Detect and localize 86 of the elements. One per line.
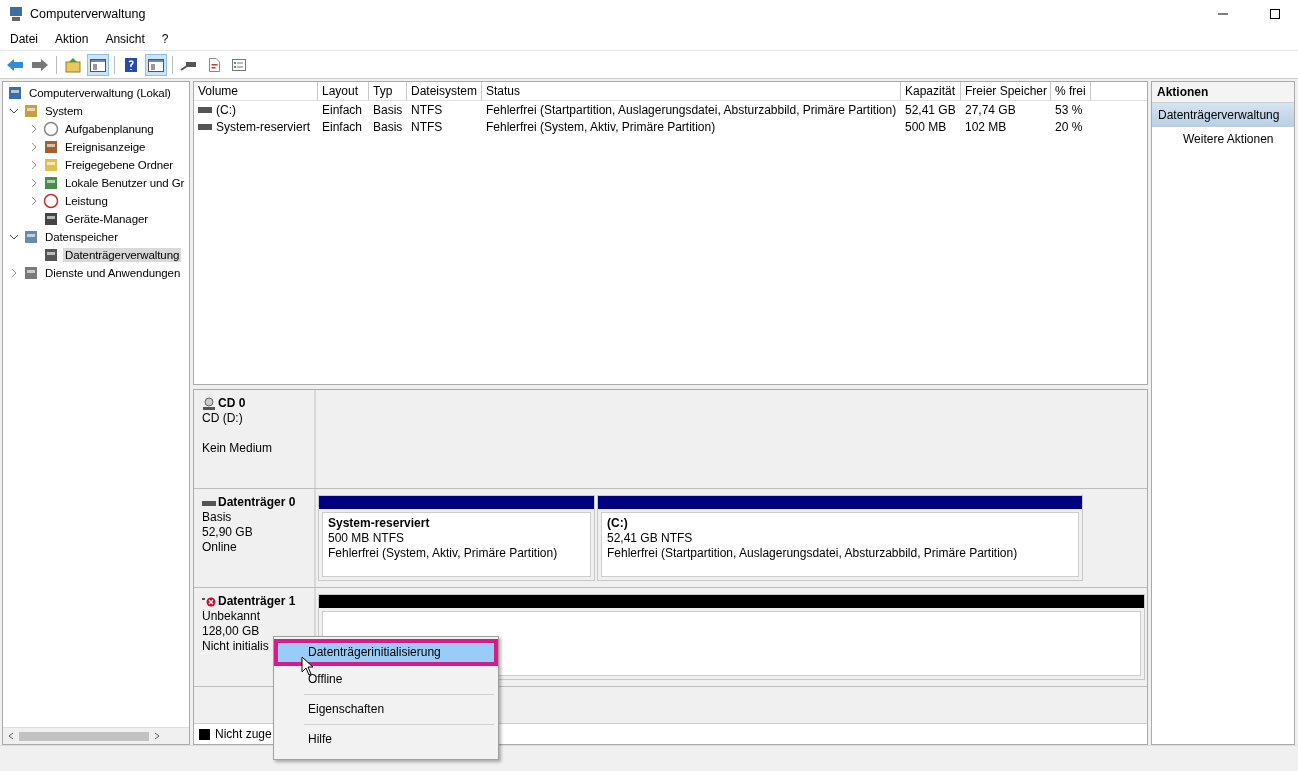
column-header[interactable]: % frei: [1051, 82, 1091, 100]
table-cell: Fehlerfrei (Startpartition, Auslagerungsdatei, Absturzabbild, Primäre Partition): [486, 102, 897, 117]
collapse-chevron-icon[interactable]: [9, 106, 19, 116]
actions-header: Aktionen: [1152, 82, 1294, 103]
table-cell: Fehlerfrei (System, Aktiv, Primäre Partition): [486, 119, 716, 134]
tree-item[interactable]: Leistung: [63, 194, 110, 208]
column-header[interactable]: Volume: [194, 82, 318, 100]
column-header[interactable]: Dateisystem: [407, 82, 482, 100]
tree-item[interactable]: Aufgabenplanung: [63, 122, 156, 136]
disk-name: Datenträger 0: [218, 495, 296, 510]
action-link[interactable]: Weitere Aktionen: [1152, 127, 1294, 151]
horizontal-scrollbar[interactable]: [3, 727, 189, 744]
disk-info: 128,00 GB: [202, 624, 261, 639]
expand-chevron-icon[interactable]: [29, 124, 39, 134]
column-header[interactable]: Status: [482, 82, 901, 100]
expand-chevron-icon[interactable]: [29, 142, 39, 152]
collapse-chevron-icon[interactable]: [9, 232, 19, 242]
disk-info: Nicht initialis: [202, 639, 270, 654]
pane-icon[interactable]: [145, 53, 167, 76]
menu-item[interactable]: Hilfe: [274, 726, 498, 753]
pane-icon[interactable]: [87, 53, 109, 76]
expand-chevron-icon[interactable]: [29, 178, 39, 188]
tree-item[interactable]: Dienste und Anwendungen: [43, 266, 183, 280]
menu-item[interactable]: Eigenschaften: [274, 696, 498, 723]
app-icon: [8, 6, 24, 22]
column-header[interactable]: Freier Speicher: [961, 82, 1051, 100]
partition-size: 500 MB NTFS: [328, 531, 406, 546]
partition-status: Fehlerfrei (Startpartition, Auslagerungsdatei, Absturzabbild, Primäre Partition): [607, 546, 1019, 561]
table-cell: Basis: [373, 102, 403, 117]
tree-item[interactable]: Lokale Benutzer und Gr: [63, 176, 187, 190]
disk-info: CD (D:): [202, 411, 244, 426]
scroll-right-icon[interactable]: [153, 732, 161, 740]
table-cell: 52,41 GB: [905, 102, 956, 117]
tree-item[interactable]: Datenträgerverwaltung: [63, 248, 182, 262]
partition-block[interactable]: System-reserviert 500 MB NTFS Fehlerfrei (System, Aktiv, Primäre Partition): [318, 495, 595, 581]
menu-item[interactable]: Ansicht: [105, 32, 145, 46]
cd-drive-icon: [202, 396, 216, 411]
drive-icon: [198, 123, 212, 130]
table-cell: Basis: [373, 119, 403, 134]
tree-item[interactable]: Computerverwaltung (Lokal): [27, 86, 173, 100]
menu-item[interactable]: Aktion: [55, 32, 89, 46]
menu-item[interactable]: Offline: [274, 666, 498, 693]
disk-info: Basis: [202, 510, 233, 525]
disk-info: 52,90 GB: [202, 525, 254, 540]
tree-item[interactable]: Ereignisanzeige: [63, 140, 148, 154]
tree-item[interactable]: System: [43, 104, 85, 118]
tree-item[interactable]: Datenspeicher: [43, 230, 120, 244]
table-cell: 53 %: [1055, 102, 1083, 117]
column-header[interactable]: Kapazität: [901, 82, 961, 100]
table-cell: (C:): [216, 102, 236, 117]
window-title: Computerverwaltung: [30, 7, 146, 21]
actions-section[interactable]: Datenträgerverwaltung: [1152, 103, 1294, 127]
table-cell: Einfach: [322, 102, 363, 117]
scroll-left-icon[interactable]: [7, 732, 15, 740]
disk-info: Online: [202, 540, 238, 555]
menu-item[interactable]: Datenträgerinitialisierung: [274, 639, 498, 666]
menu-item[interactable]: Datei: [10, 32, 38, 46]
table-cell: NTFS: [411, 119, 443, 134]
partition-name: (C:): [607, 516, 629, 531]
tree-item[interactable]: Geräte-Manager: [63, 212, 150, 226]
disk-info: Kein Medium: [202, 441, 274, 456]
column-header[interactable]: Typ: [369, 82, 407, 100]
tree-item[interactable]: Freigegebene Ordner: [63, 158, 176, 172]
table-cell: NTFS: [411, 102, 443, 117]
partition-name: System-reserviert: [328, 516, 431, 531]
menu-item[interactable]: ?: [161, 32, 169, 46]
column-header[interactable]: Layout: [318, 82, 369, 100]
table-cell: System-reserviert: [216, 119, 310, 134]
partition-block[interactable]: (C:) 52,41 GB NTFS Fehlerfrei (Startpartition, Auslagerungsdatei, Absturzabbild, Primäre Partition): [597, 495, 1083, 581]
table-cell: 102 MB: [965, 119, 1007, 134]
legend-label: Nicht zuge: [215, 727, 272, 741]
maximize-icon: [1269, 8, 1281, 20]
partition-size: 52,41 GB NTFS: [607, 531, 694, 546]
table-cell: Einfach: [322, 119, 363, 134]
expand-chevron-icon[interactable]: [29, 196, 39, 206]
expand-chevron-icon[interactable]: [29, 160, 39, 170]
disk-info: Unbekannt: [202, 609, 262, 624]
error-disk-icon: [202, 596, 216, 607]
table-cell: 27,74 GB: [965, 102, 1016, 117]
partition-status: Fehlerfrei (System, Aktiv, Primäre Partition): [328, 546, 559, 561]
drive-icon: [198, 106, 212, 113]
disk-name: CD 0: [218, 396, 246, 411]
expand-chevron-icon[interactable]: [9, 268, 19, 278]
disk-name: Datenträger 1: [218, 594, 296, 609]
table-cell: 500 MB: [905, 119, 947, 134]
table-cell: 20 %: [1055, 119, 1083, 134]
